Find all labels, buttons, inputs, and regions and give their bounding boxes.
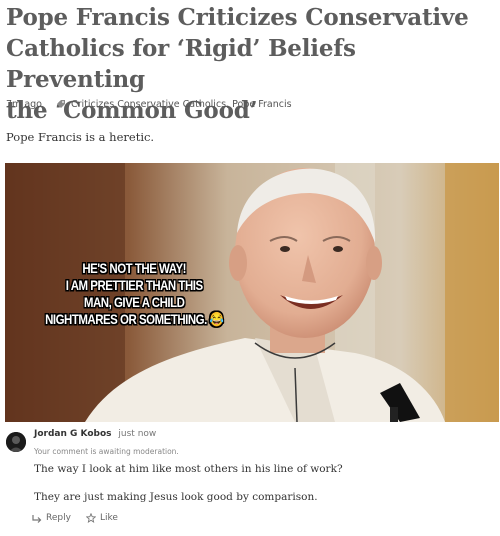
reply-label: Reply <box>46 513 71 523</box>
title-line: Pope Francis Criticizes Conservative <box>6 4 469 31</box>
article-meta: 7m ago Criticizes Conservative Catholics… <box>6 96 292 112</box>
comment-paragraph: They are just making Jesus look good by … <box>34 491 318 503</box>
meme-line: MAN, GIVE A CHILD <box>83 294 185 310</box>
title-line: Catholics for ‘Rigid’ Beliefs Preventing <box>6 35 356 93</box>
article-intro: Pope Francis is a heretic. <box>6 130 155 144</box>
article-image: HE'S NOT THE WAY! I AM PRETTIER THAN THI… <box>5 163 499 422</box>
tag-icon <box>56 99 66 109</box>
comment-body: The way I look at him like most others i… <box>34 463 489 519</box>
reply-button[interactable]: Reply <box>32 513 71 523</box>
post-time: 7m ago <box>6 98 42 110</box>
meme-line: HE'S NOT THE WAY! <box>82 260 187 276</box>
meme-caption: HE'S NOT THE WAY! I AM PRETTIER THAN THI… <box>28 260 240 328</box>
star-icon <box>85 513 96 523</box>
like-button[interactable]: Like <box>85 513 118 523</box>
comment-actions: Reply Like <box>32 513 133 523</box>
avatar[interactable] <box>6 432 26 452</box>
reply-icon <box>32 514 42 523</box>
comment-author-line: Jordan G Kobos just now <box>34 429 156 439</box>
like-label: Like <box>99 513 118 523</box>
comment-paragraph: The way I look at him like most others i… <box>34 463 343 475</box>
comment-author[interactable]: Jordan G Kobos <box>34 429 112 439</box>
meme-line: NIGHTMARES OR SOMETHING. 😂 <box>45 311 224 327</box>
comment: Jordan G Kobos just now Your comment is … <box>5 426 495 534</box>
meme-line: I AM PRETTIER THAN THIS <box>65 277 203 293</box>
article-tags[interactable]: Criticizes Conservative Catholics, Pope … <box>71 99 292 110</box>
comment-time: just now <box>118 429 157 439</box>
moderation-notice: Your comment is awaiting moderation. <box>34 447 179 456</box>
